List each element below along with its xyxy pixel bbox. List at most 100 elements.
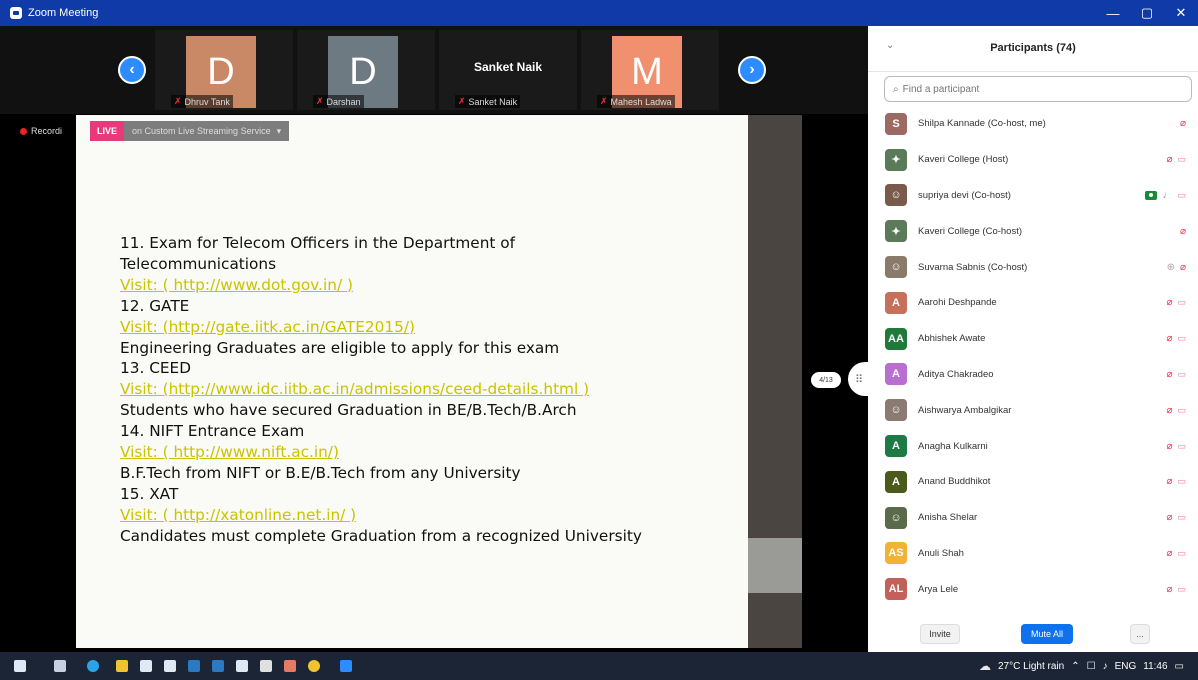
- app-icon[interactable]: [260, 660, 272, 672]
- mic-muted-icon[interactable]: ⌀: [1166, 476, 1172, 487]
- participant-avatar: ☺: [885, 399, 907, 422]
- chevron-up-icon[interactable]: ⌃: [1071, 661, 1079, 672]
- edge-browser-icon[interactable]: [87, 660, 99, 672]
- store-icon[interactable]: [140, 660, 152, 672]
- participant-row[interactable]: A Anand Buddhikot ⌀ ▭: [868, 464, 1198, 500]
- notification-icon[interactable]: ▭: [1175, 661, 1184, 672]
- network-icon[interactable]: ☐: [1087, 661, 1096, 672]
- video-tile[interactable]: M ✗ Mahesh Ladwa: [581, 30, 719, 110]
- participant-row[interactable]: ☺ Suvarna Sabnis (Co-host) ⊕ ⌀: [868, 249, 1198, 285]
- mic-muted-icon[interactable]: ⌀: [1166, 584, 1172, 595]
- participant-row[interactable]: A Anagha Kulkarni ⌀ ▭: [868, 428, 1198, 464]
- video-tile[interactable]: Sanket Naik ✗ Sanket Naik: [439, 30, 577, 110]
- video-gallery-strip: ‹ D ✗ Dhruv Tank D ✗ Darshan Sanket Naik…: [0, 26, 868, 114]
- slide-link[interactable]: Visit: ( http://www.dot.gov.in/ ): [120, 275, 720, 296]
- mic-muted-icon[interactable]: ⌀: [1166, 405, 1172, 416]
- mic-muted-icon[interactable]: ⌀: [1166, 548, 1172, 559]
- participant-search-input[interactable]: [902, 83, 1173, 95]
- participant-row[interactable]: ☺ supriya devi (Co-host) ♩ ▭: [868, 178, 1198, 214]
- live-service-dropdown[interactable]: on Custom Live Streaming Service ▾: [124, 121, 290, 141]
- mic-muted-icon[interactable]: ⌀: [1166, 297, 1172, 308]
- mute-all-button[interactable]: Mute All: [1021, 624, 1073, 644]
- slide-link[interactable]: Visit: (http://www.idc.iitb.ac.in/admiss…: [120, 379, 720, 400]
- language-indicator[interactable]: ENG: [1115, 661, 1137, 672]
- weather-text[interactable]: 27°C Light rain: [998, 661, 1064, 672]
- video-on-icon[interactable]: [1145, 190, 1158, 200]
- participant-row[interactable]: S Shilpa Kannade (Co-host, me) ⌀: [868, 106, 1198, 142]
- mic-on-icon[interactable]: ♩: [1162, 190, 1172, 201]
- volume-icon[interactable]: ♪: [1103, 661, 1108, 672]
- invite-button[interactable]: Invite: [920, 624, 960, 644]
- video-off-icon[interactable]: ▭: [1177, 154, 1186, 165]
- participant-row[interactable]: ✦ Kaveri College (Host) ⌀ ▭: [868, 142, 1198, 178]
- task-view-icon[interactable]: [54, 660, 66, 672]
- app-icon[interactable]: [236, 660, 248, 672]
- tile-name-label: ✗ Mahesh Ladwa: [597, 95, 675, 108]
- tile-name-label: ✗ Darshan: [313, 95, 364, 108]
- mic-muted-icon[interactable]: ⌀: [1166, 441, 1172, 452]
- video-off-icon[interactable]: ▭: [1177, 297, 1186, 308]
- video-tile[interactable]: D ✗ Dhruv Tank: [155, 30, 293, 110]
- participant-name: Aarohi Deshpande: [918, 297, 997, 309]
- maximize-button[interactable]: ▢: [1130, 0, 1164, 26]
- video-off-icon[interactable]: ▭: [1177, 548, 1186, 559]
- mic-muted-icon[interactable]: ⌀: [1166, 154, 1172, 165]
- word-icon[interactable]: [212, 660, 224, 672]
- mic-muted-icon[interactable]: ⌀: [1166, 369, 1172, 380]
- participant-status-icons: ⌀ ▭: [1166, 297, 1186, 308]
- panel-drag-handle-icon[interactable]: ⠿: [848, 362, 870, 396]
- participant-row[interactable]: A Aarohi Deshpande ⌀ ▭: [868, 285, 1198, 321]
- next-page-button[interactable]: ›: [738, 56, 766, 84]
- video-off-icon[interactable]: ▭: [1177, 584, 1186, 595]
- video-off-icon[interactable]: ▭: [1177, 512, 1186, 523]
- more-options-button[interactable]: ...: [1130, 624, 1150, 644]
- mic-muted-icon[interactable]: ⌀: [1180, 262, 1186, 273]
- clock[interactable]: 11:46: [1143, 661, 1167, 672]
- slide-link[interactable]: Visit: ( http://www.nift.ac.in/): [120, 442, 720, 463]
- prev-page-button[interactable]: ‹: [118, 56, 146, 84]
- video-tile[interactable]: D ✗ Darshan: [297, 30, 435, 110]
- slide-link[interactable]: Visit: ( http://xatonline.net.in/ ): [120, 505, 720, 526]
- participant-row[interactable]: AS Anuli Shah ⌀ ▭: [868, 536, 1198, 572]
- live-stream-bar[interactable]: LIVE on Custom Live Streaming Service ▾: [90, 121, 290, 141]
- video-off-icon[interactable]: ▭: [1177, 333, 1186, 344]
- video-off-icon[interactable]: ▭: [1177, 190, 1186, 201]
- slide-link[interactable]: Visit: (http://gate.iitk.ac.in/GATE2015/…: [120, 317, 720, 338]
- video-off-icon[interactable]: ▭: [1177, 441, 1186, 452]
- participant-row[interactable]: ☺ Anisha Shelar ⌀ ▭: [868, 500, 1198, 536]
- participant-row[interactable]: AA Abhishek Awate ⌀ ▭: [868, 321, 1198, 357]
- mic-muted-icon[interactable]: ⌀: [1180, 118, 1186, 129]
- slide-text-line: Telecommunications: [120, 254, 277, 273]
- participant-row[interactable]: ☺ Aishwarya Ambalgikar ⌀ ▭: [868, 392, 1198, 428]
- zoom-taskbar-icon[interactable]: [340, 660, 352, 672]
- app-icon[interactable]: [164, 660, 176, 672]
- video-off-icon[interactable]: ▭: [1177, 405, 1186, 416]
- mic-muted-icon[interactable]: ⌀: [1180, 226, 1186, 237]
- recording-indicator[interactable]: Recordi: [20, 126, 62, 136]
- participant-row[interactable]: ✦ Kaveri College (Co-host) ⌀: [868, 213, 1198, 249]
- participant-avatar: ☺: [885, 256, 907, 279]
- file-explorer-icon[interactable]: [116, 660, 128, 672]
- slide-text-line: Candidates must complete Graduation from…: [120, 526, 642, 545]
- connection-icon[interactable]: ⊕: [1167, 262, 1175, 273]
- close-button[interactable]: ✕: [1164, 0, 1198, 26]
- windows-start-icon[interactable]: [14, 660, 26, 672]
- system-tray: ☁ 27°C Light rain ⌃ ☐ ♪ ENG 11:46 ▭: [979, 652, 1184, 680]
- mic-muted-icon[interactable]: ⌀: [1166, 333, 1172, 344]
- mail-icon[interactable]: [188, 660, 200, 672]
- app-icon[interactable]: [308, 660, 320, 672]
- mic-muted-icon[interactable]: ⌀: [1166, 512, 1172, 523]
- participants-footer: Invite Mute All ...: [868, 616, 1198, 652]
- tile-name-label: ✗ Sanket Naik: [455, 95, 521, 108]
- participant-row[interactable]: A Aditya Chakradeo ⌀ ▭: [868, 357, 1198, 393]
- video-off-icon[interactable]: ▭: [1177, 369, 1186, 380]
- video-off-icon[interactable]: ▭: [1177, 476, 1186, 487]
- window-controls: — ▢ ✕: [1096, 0, 1198, 26]
- app-icon[interactable]: [284, 660, 296, 672]
- participant-row[interactable]: AL Arya Lele ⌀ ▭: [868, 571, 1198, 607]
- windows-taskbar: ☁ 27°C Light rain ⌃ ☐ ♪ ENG 11:46 ▭: [0, 652, 1198, 680]
- minimize-button[interactable]: —: [1096, 0, 1130, 26]
- participant-name: Anuli Shah: [918, 547, 964, 559]
- mic-muted-icon: ✗: [316, 96, 324, 106]
- participant-search-box[interactable]: ⌕: [884, 76, 1192, 102]
